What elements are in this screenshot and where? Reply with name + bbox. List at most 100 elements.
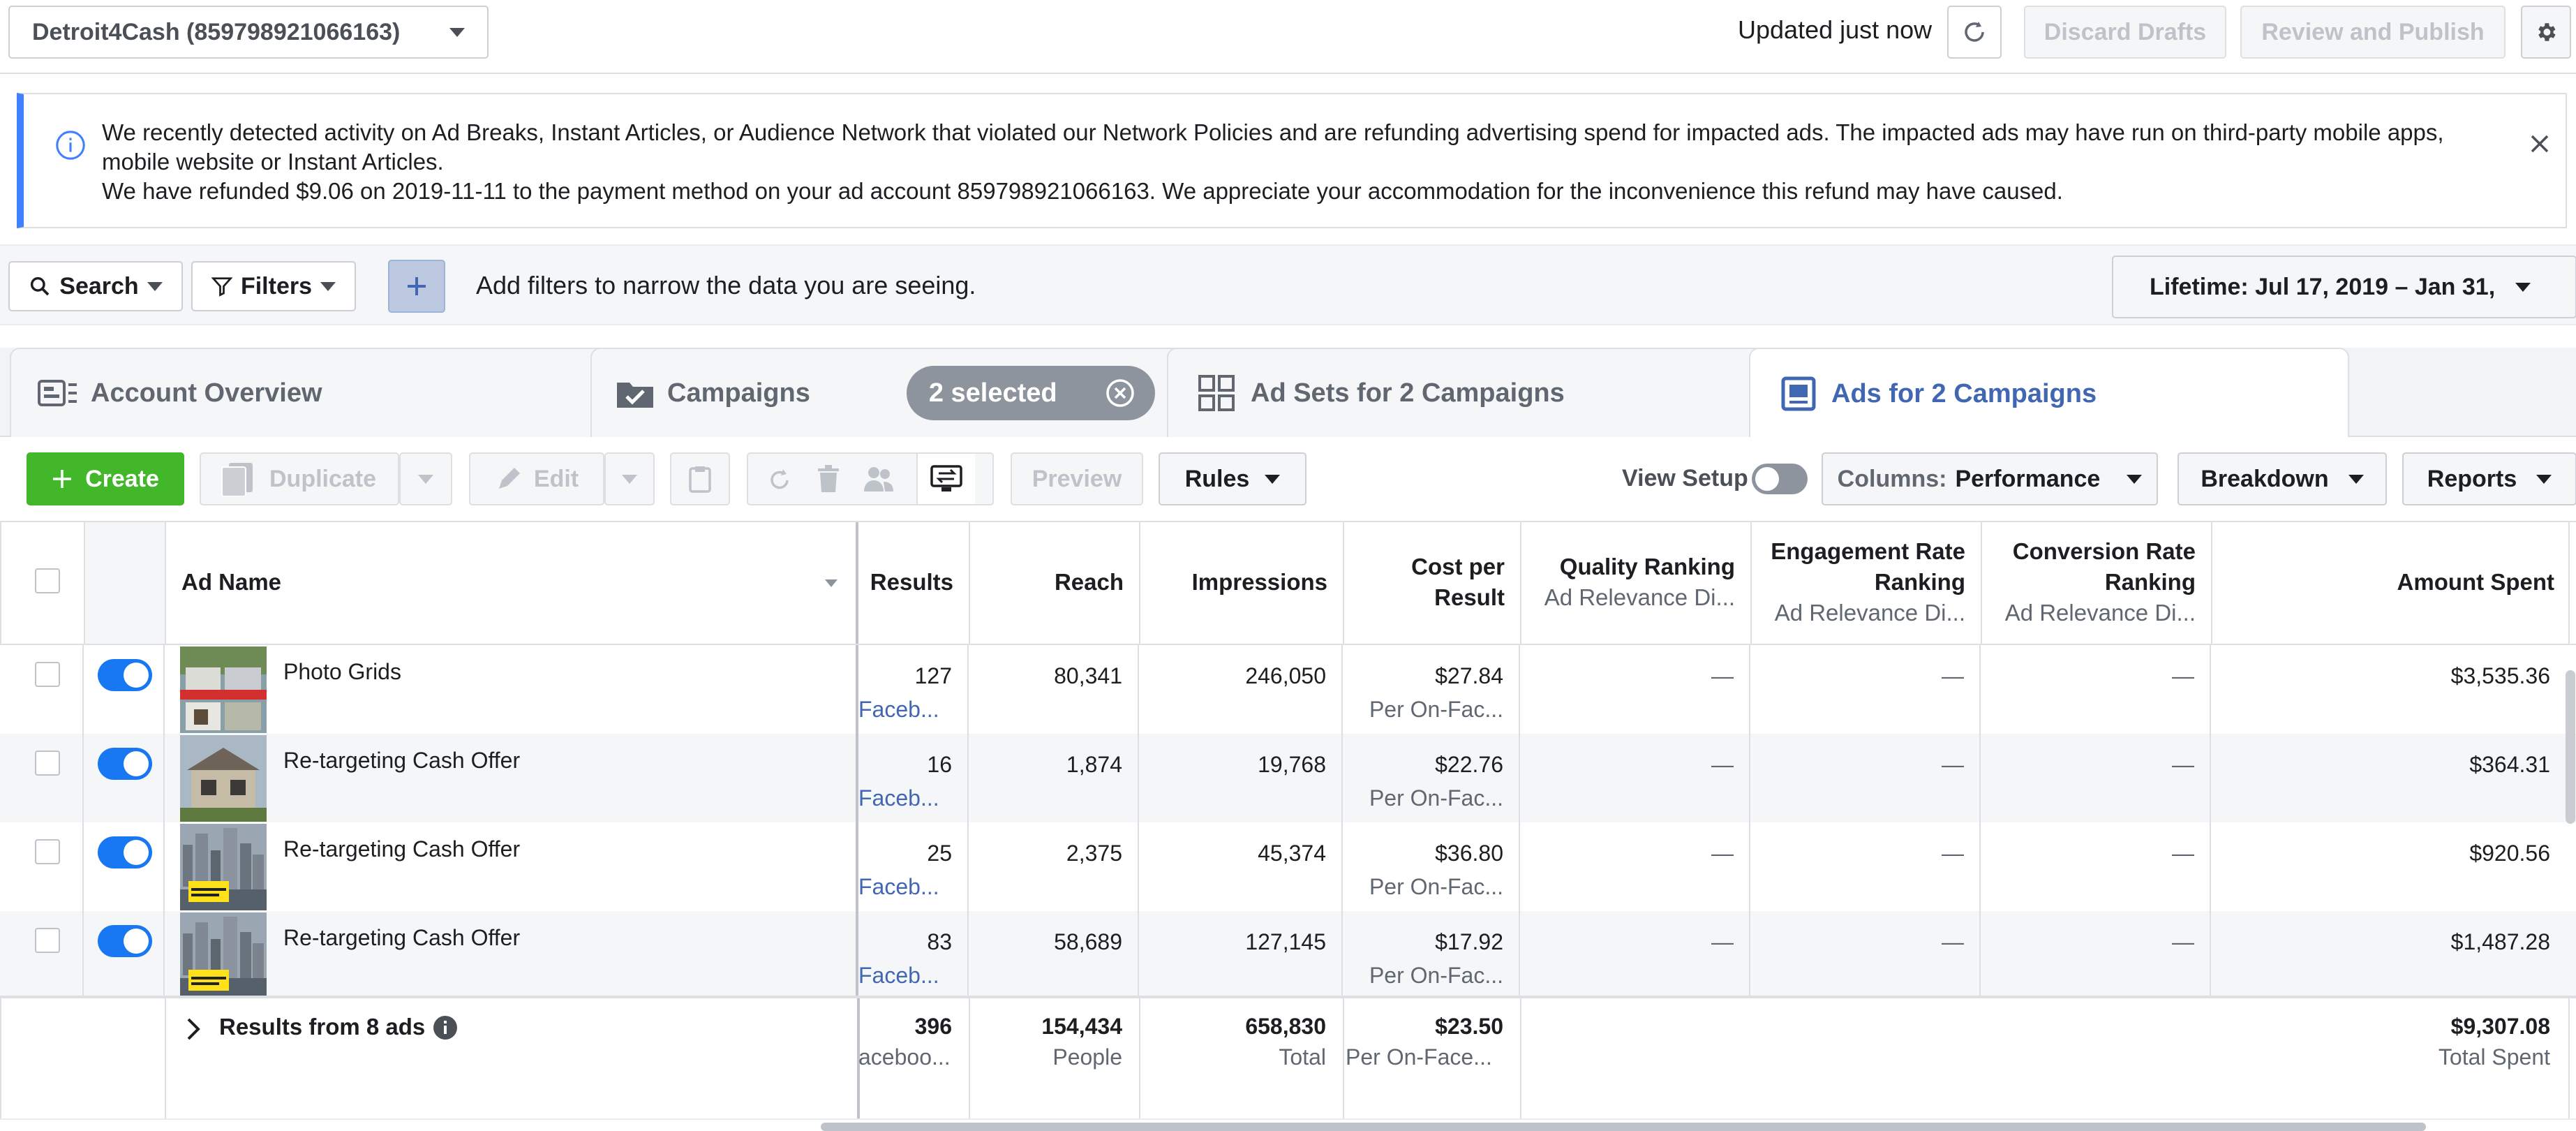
row-checkbox[interactable] [35,662,60,687]
results-type-link[interactable]: Faceb... [858,874,948,900]
results-value: 127 [914,663,952,688]
revert-icon[interactable] [766,465,794,493]
header-ad-name[interactable]: Ad Name [166,522,858,644]
edit-button[interactable]: Edit [469,452,604,505]
ad-status-toggle[interactable] [98,659,152,691]
results-value: 83 [927,929,952,954]
header-cost-per-result[interactable]: Cost per Result [1344,522,1521,644]
ad-thumbnail[interactable] [180,912,267,999]
summary-results: 396 [914,1014,952,1039]
create-button[interactable]: Create [27,452,184,505]
quality-header: Quality Ranking [1559,554,1735,579]
settings-button[interactable] [2521,6,2571,59]
impressions-value: 19,768 [1258,752,1326,777]
tab-campaigns[interactable]: Campaigns 2 selected [590,348,1191,437]
duplicate-label: Duplicate [269,465,377,492]
ad-sets-grid-icon [1198,375,1235,411]
table-row[interactable]: Re-targeting Cash Offer 25 Faceb... 2,375 45… [0,822,2576,911]
ad-thumbnail[interactable] [180,824,267,910]
clear-selection-icon[interactable] [1105,378,1136,408]
select-all-checkbox[interactable] [35,568,60,593]
results-type-link[interactable]: Faceb... [858,963,948,989]
header-results[interactable]: Results [858,522,970,644]
columns-button[interactable]: Columns: Performance [1822,452,2158,505]
ad-thumbnail[interactable] [180,646,267,733]
search-button[interactable]: Search [8,261,183,311]
action-button-group [747,452,994,505]
impressions-value: 127,145 [1245,929,1326,954]
date-range-selector[interactable]: Lifetime: Jul 17, 2019 – Jan 31, 2 [2112,256,2576,318]
info-icon[interactable] [433,1015,458,1040]
filters-button[interactable]: Filters [191,261,356,311]
header-impressions[interactable]: Impressions [1140,522,1344,644]
results-type-link[interactable]: Faceb... [858,785,948,811]
filters-label: Filters [240,272,313,300]
vertical-scrollbar[interactable] [2566,670,2575,824]
account-selector[interactable]: Detroit4Cash (859798921066163) [8,6,489,59]
table-row[interactable]: Photo Grids 127 Faceb... 80,341 246,050 $27.8… [0,645,2576,734]
notice-line-3: We have refunded $9.06 on 2019-11-11 to … [102,178,2063,204]
row-checkbox[interactable] [35,839,60,864]
summary-row: Results from 8 ads 396 aceboo... 154,434… [0,996,2576,1121]
close-icon[interactable] [2529,133,2550,154]
add-filter-button[interactable] [388,260,445,313]
ad-thumbnail[interactable] [180,735,267,822]
sort-icon[interactable] [825,579,837,587]
gear-icon [2538,23,2556,41]
trash-icon[interactable] [816,464,841,494]
header-quality-ranking[interactable]: Quality Ranking Ad Relevance Di... [1521,522,1752,644]
row-checkbox[interactable] [35,928,60,953]
duplicate-button[interactable]: Duplicate [200,452,399,505]
selected-pill[interactable]: 2 selected [906,366,1155,420]
clipboard-button[interactable] [670,452,730,505]
breakdown-label: Breakdown [2201,465,2329,492]
rules-button[interactable]: Rules [1159,452,1306,505]
edit-menu-button[interactable] [604,452,655,505]
audience-icon[interactable] [863,465,895,493]
columns-prefix: Columns: [1837,465,1947,492]
ad-name[interactable]: Photo Grids [283,659,401,685]
duplicate-icon [221,463,253,496]
tab-ads-label: Ads for 2 Campaigns [1831,378,2097,408]
header-amount-spent[interactable]: Amount Spent [2212,522,2570,644]
header-reach[interactable]: Reach [970,522,1140,644]
tab-ads[interactable]: Ads for 2 Campaigns [1749,348,2349,438]
view-setup-toggle[interactable] [1752,464,1808,494]
engagement-ranking-value: — [1942,929,1964,954]
conversion-ranking-value: — [2172,752,2194,777]
tab-ad-sets[interactable]: Ad Sets for 2 Campaigns [1167,348,1767,437]
summary-reach: 154,434 [1041,1014,1122,1039]
ad-status-toggle[interactable] [98,748,152,780]
row-checkbox[interactable] [35,751,60,776]
ad-status-toggle[interactable] [98,925,152,957]
summary-impressions: 658,830 [1245,1014,1326,1039]
cpr-sub: Per On-Fac... [1369,785,1503,811]
conversion-ranking-value: — [2172,841,2194,866]
discard-drafts-button[interactable]: Discard Drafts [2024,6,2226,59]
review-publish-button[interactable]: Review and Publish [2240,6,2506,59]
plus-icon [53,470,72,488]
reports-label: Reports [2427,465,2517,492]
ad-name[interactable]: Re-targeting Cash Offer [283,748,520,774]
refresh-button[interactable] [1947,6,2002,59]
reach-value: 1,874 [1066,752,1122,777]
compare-button[interactable] [916,454,975,504]
table-row[interactable]: Re-targeting Cash Offer 83 Faceb... 58,689 1… [0,911,2576,1000]
ad-name[interactable]: Re-targeting Cash Offer [283,925,520,951]
tab-account-overview-label: Account Overview [91,378,322,408]
chevron-right-icon[interactable] [184,1017,202,1042]
chevron-down-icon [1265,474,1281,484]
reports-button[interactable]: Reports [2402,452,2576,505]
table-row[interactable]: Re-targeting Cash Offer 16 Faceb... 1,874 19… [0,734,2576,822]
preview-button[interactable]: Preview [1011,452,1143,505]
filter-icon [211,277,232,297]
ad-name[interactable]: Re-targeting Cash Offer [283,836,520,862]
results-type-link[interactable]: Faceb... [858,697,948,723]
ad-status-toggle[interactable] [98,836,152,868]
breakdown-button[interactable]: Breakdown [2177,452,2387,505]
header-engagement-ranking[interactable]: Engagement Rate Ranking Ad Relevance Di.… [1752,522,1982,644]
duplicate-menu-button[interactable] [399,452,452,505]
header-conversion-ranking[interactable]: Conversion Rate Ranking Ad Relevance Di.… [1982,522,2212,644]
horizontal-scrollbar[interactable] [821,1123,2426,1131]
tab-account-overview[interactable]: Account Overview [10,348,610,437]
